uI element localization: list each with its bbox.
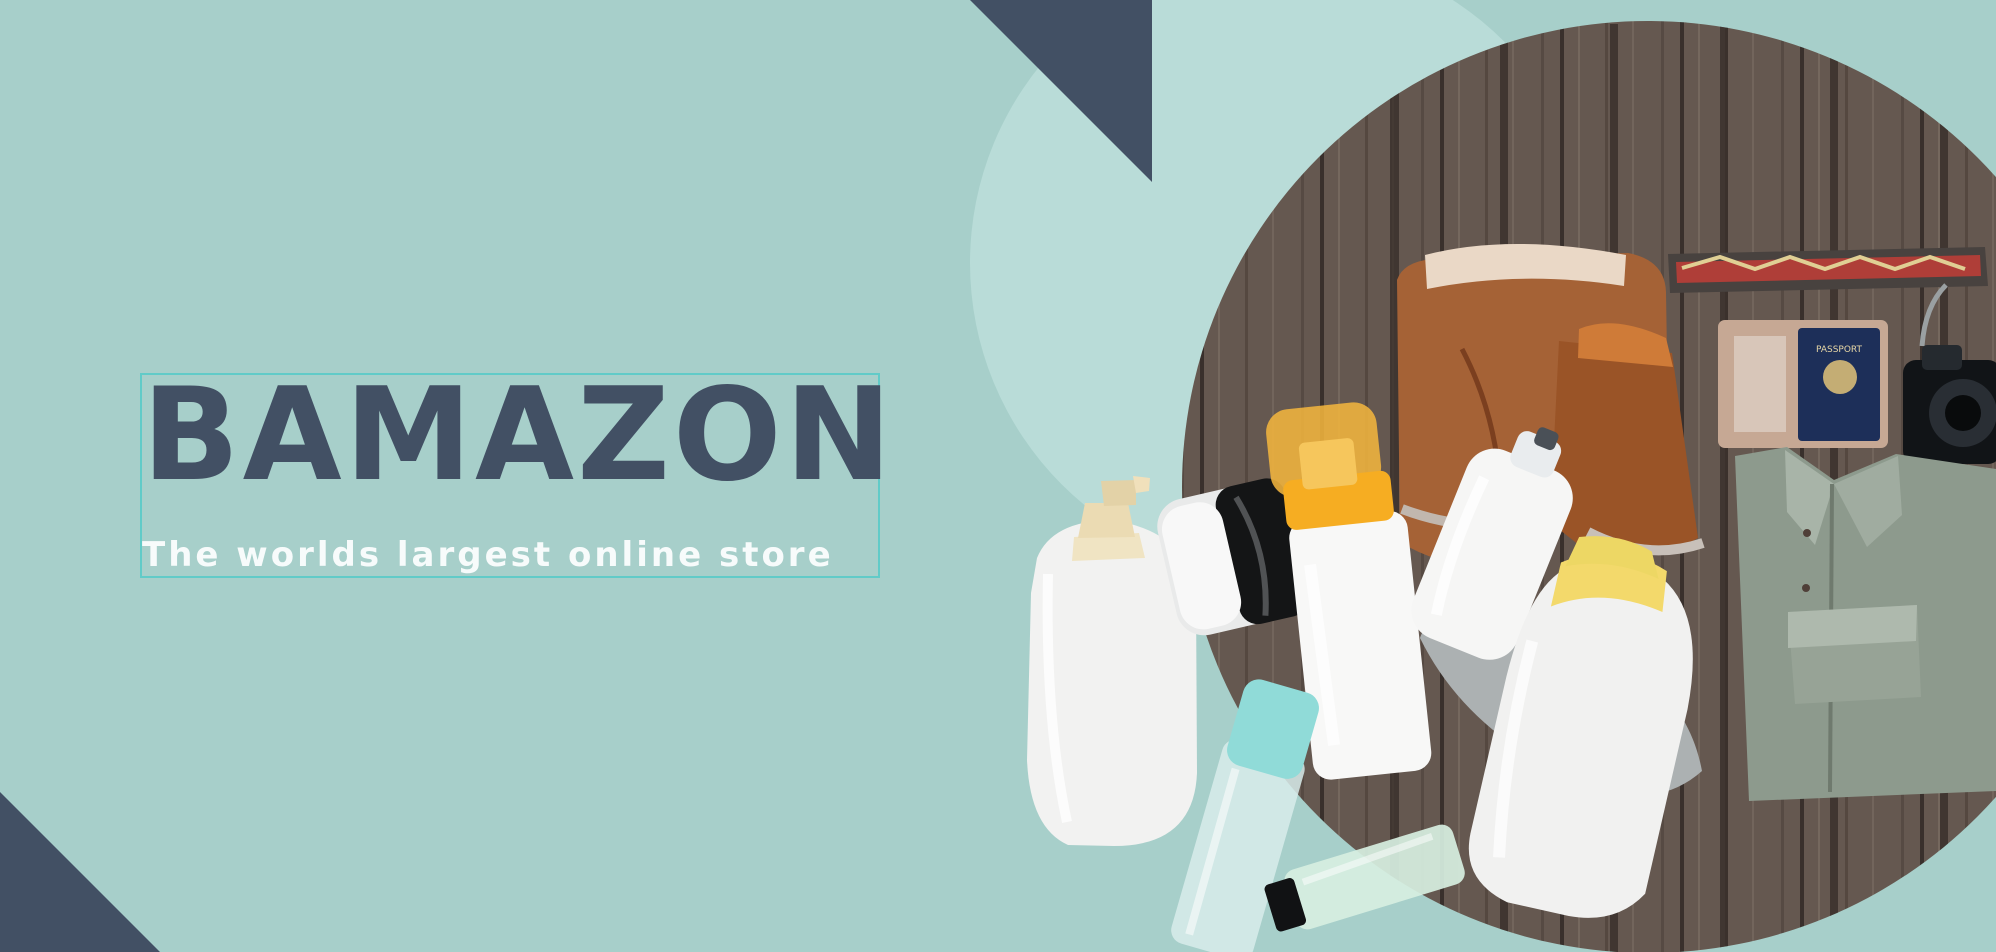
brand-title-box: BAMAZON The worlds largest online store bbox=[140, 372, 892, 578]
tagline: The worlds largest online store bbox=[142, 535, 834, 575]
hero-banner: PASSPORT BAMAZON The worlds largest onli… bbox=[0, 0, 1996, 952]
camera-icon bbox=[1903, 345, 1996, 464]
shirt-icon bbox=[1735, 447, 1996, 801]
brand-title: BAMAZON bbox=[142, 361, 895, 510]
passport-label: PASSPORT bbox=[1816, 345, 1863, 355]
passport-icon: PASSPORT bbox=[1718, 320, 1888, 448]
bottom-triangle-shape bbox=[0, 792, 160, 952]
